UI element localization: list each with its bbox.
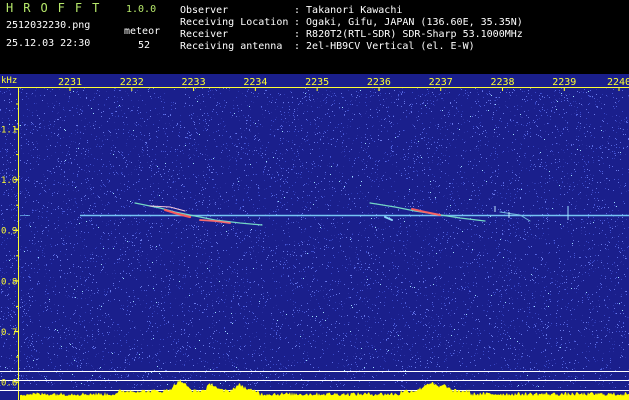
app-version: 1.0.0 bbox=[126, 4, 157, 15]
file-name: 2512032230.png bbox=[6, 20, 91, 31]
time-label: 2236 bbox=[367, 77, 391, 88]
observer-label: Observer bbox=[180, 5, 229, 16]
observer-value: : Takanori Kawachi bbox=[294, 5, 403, 16]
info-header: HROFFT 1.0.0 2512032230.png 25.12.03 22:… bbox=[0, 0, 629, 74]
date-time: 25.12.03 22:30 bbox=[6, 38, 91, 49]
freq-label: 1.1 bbox=[1, 126, 17, 136]
time-label: 2238 bbox=[490, 77, 514, 88]
location-value: : Ogaki, Gifu, JAPAN (136.60E, 35.35N) bbox=[294, 17, 523, 28]
freq-label: 0.7 bbox=[1, 328, 17, 338]
time-label: 2235 bbox=[305, 77, 329, 88]
antenna-value: : 2el-HB9CV Vertical (el. E-W) bbox=[294, 41, 475, 52]
time-label: 2234 bbox=[243, 77, 267, 88]
freq-label: 1.0 bbox=[1, 176, 17, 186]
meteor-count: 52 bbox=[138, 40, 151, 51]
time-label: 2233 bbox=[182, 77, 206, 88]
freq-label: 0.9 bbox=[1, 227, 17, 237]
receiver-label: Receiver bbox=[180, 29, 229, 40]
antenna-label: Receiving antenna bbox=[180, 41, 283, 52]
freq-label: 0.6 bbox=[1, 379, 17, 389]
meteor-label: meteor bbox=[124, 26, 161, 37]
time-label: 2232 bbox=[120, 77, 144, 88]
freq-label: 0.8 bbox=[1, 277, 17, 287]
app-name: HROFFT bbox=[6, 1, 110, 15]
time-label: 2240 bbox=[607, 77, 629, 88]
time-label: 2237 bbox=[429, 77, 453, 88]
spectrogram: 2231 2232 2233 2234 2235 2236 2237 2238 2239 2240… bbox=[0, 74, 629, 400]
time-label: 2239 bbox=[552, 77, 576, 88]
receiver-value: : R820T2(RTL-SDR) SDR-Sharp 53.1000MHz bbox=[294, 29, 523, 40]
location-label: Receiving Location bbox=[180, 17, 289, 28]
y-unit-label: kHz bbox=[1, 76, 17, 86]
time-label: 2231 bbox=[58, 77, 82, 88]
